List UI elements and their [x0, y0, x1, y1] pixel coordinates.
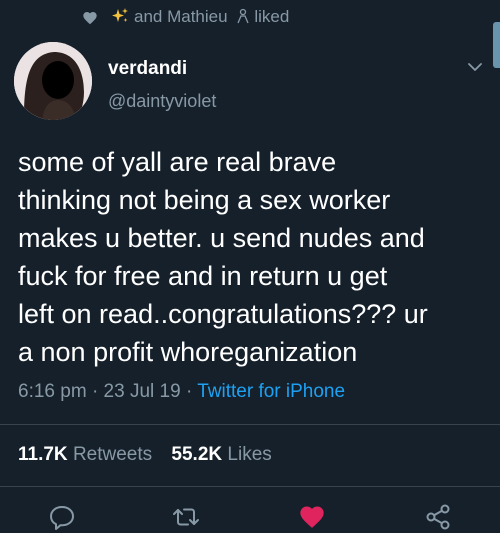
tweet-line: left on read..congratulations??? ur: [18, 299, 428, 329]
tweet-line: some of yall are real brave: [18, 147, 337, 177]
tweet-text: some of yall are real brave thinking not…: [18, 143, 490, 371]
user-handle[interactable]: @daintyviolet: [108, 90, 216, 112]
tweet-line: thinking not being a sex worker: [18, 185, 391, 215]
tweet-line: a non profit whoreganization: [18, 337, 358, 367]
likes-label: Likes: [227, 444, 272, 465]
tweet-line: fuck for free and in return u get: [18, 261, 388, 291]
meta-separator: ·: [91, 381, 99, 402]
chevron-down-icon[interactable]: [466, 58, 484, 76]
social-context-text: and Mathieu: [134, 7, 228, 26]
person-emoji-icon: [237, 8, 249, 24]
social-context: and Mathieu liked: [110, 6, 289, 28]
share-icon[interactable]: [424, 503, 452, 531]
retweet-icon[interactable]: [172, 503, 200, 531]
sparkle-emoji-icon: [112, 8, 128, 22]
likes-count: 55.2K: [171, 444, 223, 465]
retweets-count: 11.7K: [18, 444, 68, 465]
retweets-label: Retweets: [72, 444, 153, 465]
scroll-indicator[interactable]: [493, 22, 500, 68]
tweet-stats: 11.7K Retweets 55.2K Likes: [18, 443, 272, 467]
tweet-date[interactable]: 23 Jul 19: [104, 381, 181, 402]
like-icon[interactable]: [298, 503, 326, 531]
heart-icon: [83, 12, 97, 25]
display-name[interactable]: verdandi: [108, 58, 187, 80]
avatar-image: [14, 42, 92, 120]
social-context-suffix: liked: [254, 7, 290, 26]
retweets-stat[interactable]: 11.7K Retweets: [18, 444, 152, 465]
tweet-time[interactable]: 6:16 pm: [18, 381, 87, 402]
tweet-meta: 6:16 pm · 23 Jul 19 · Twitter for iPhone: [18, 380, 345, 404]
reply-icon[interactable]: [48, 503, 76, 531]
like-fill: [300, 506, 324, 528]
tweet-line: makes u better. u send nudes and: [18, 223, 425, 253]
tweet-source-link[interactable]: Twitter for iPhone: [197, 381, 345, 402]
divider: [0, 424, 500, 425]
divider: [0, 486, 500, 487]
likes-stat[interactable]: 55.2K Likes: [171, 444, 271, 465]
meta-separator: ·: [185, 381, 193, 402]
avatar[interactable]: [14, 42, 92, 120]
